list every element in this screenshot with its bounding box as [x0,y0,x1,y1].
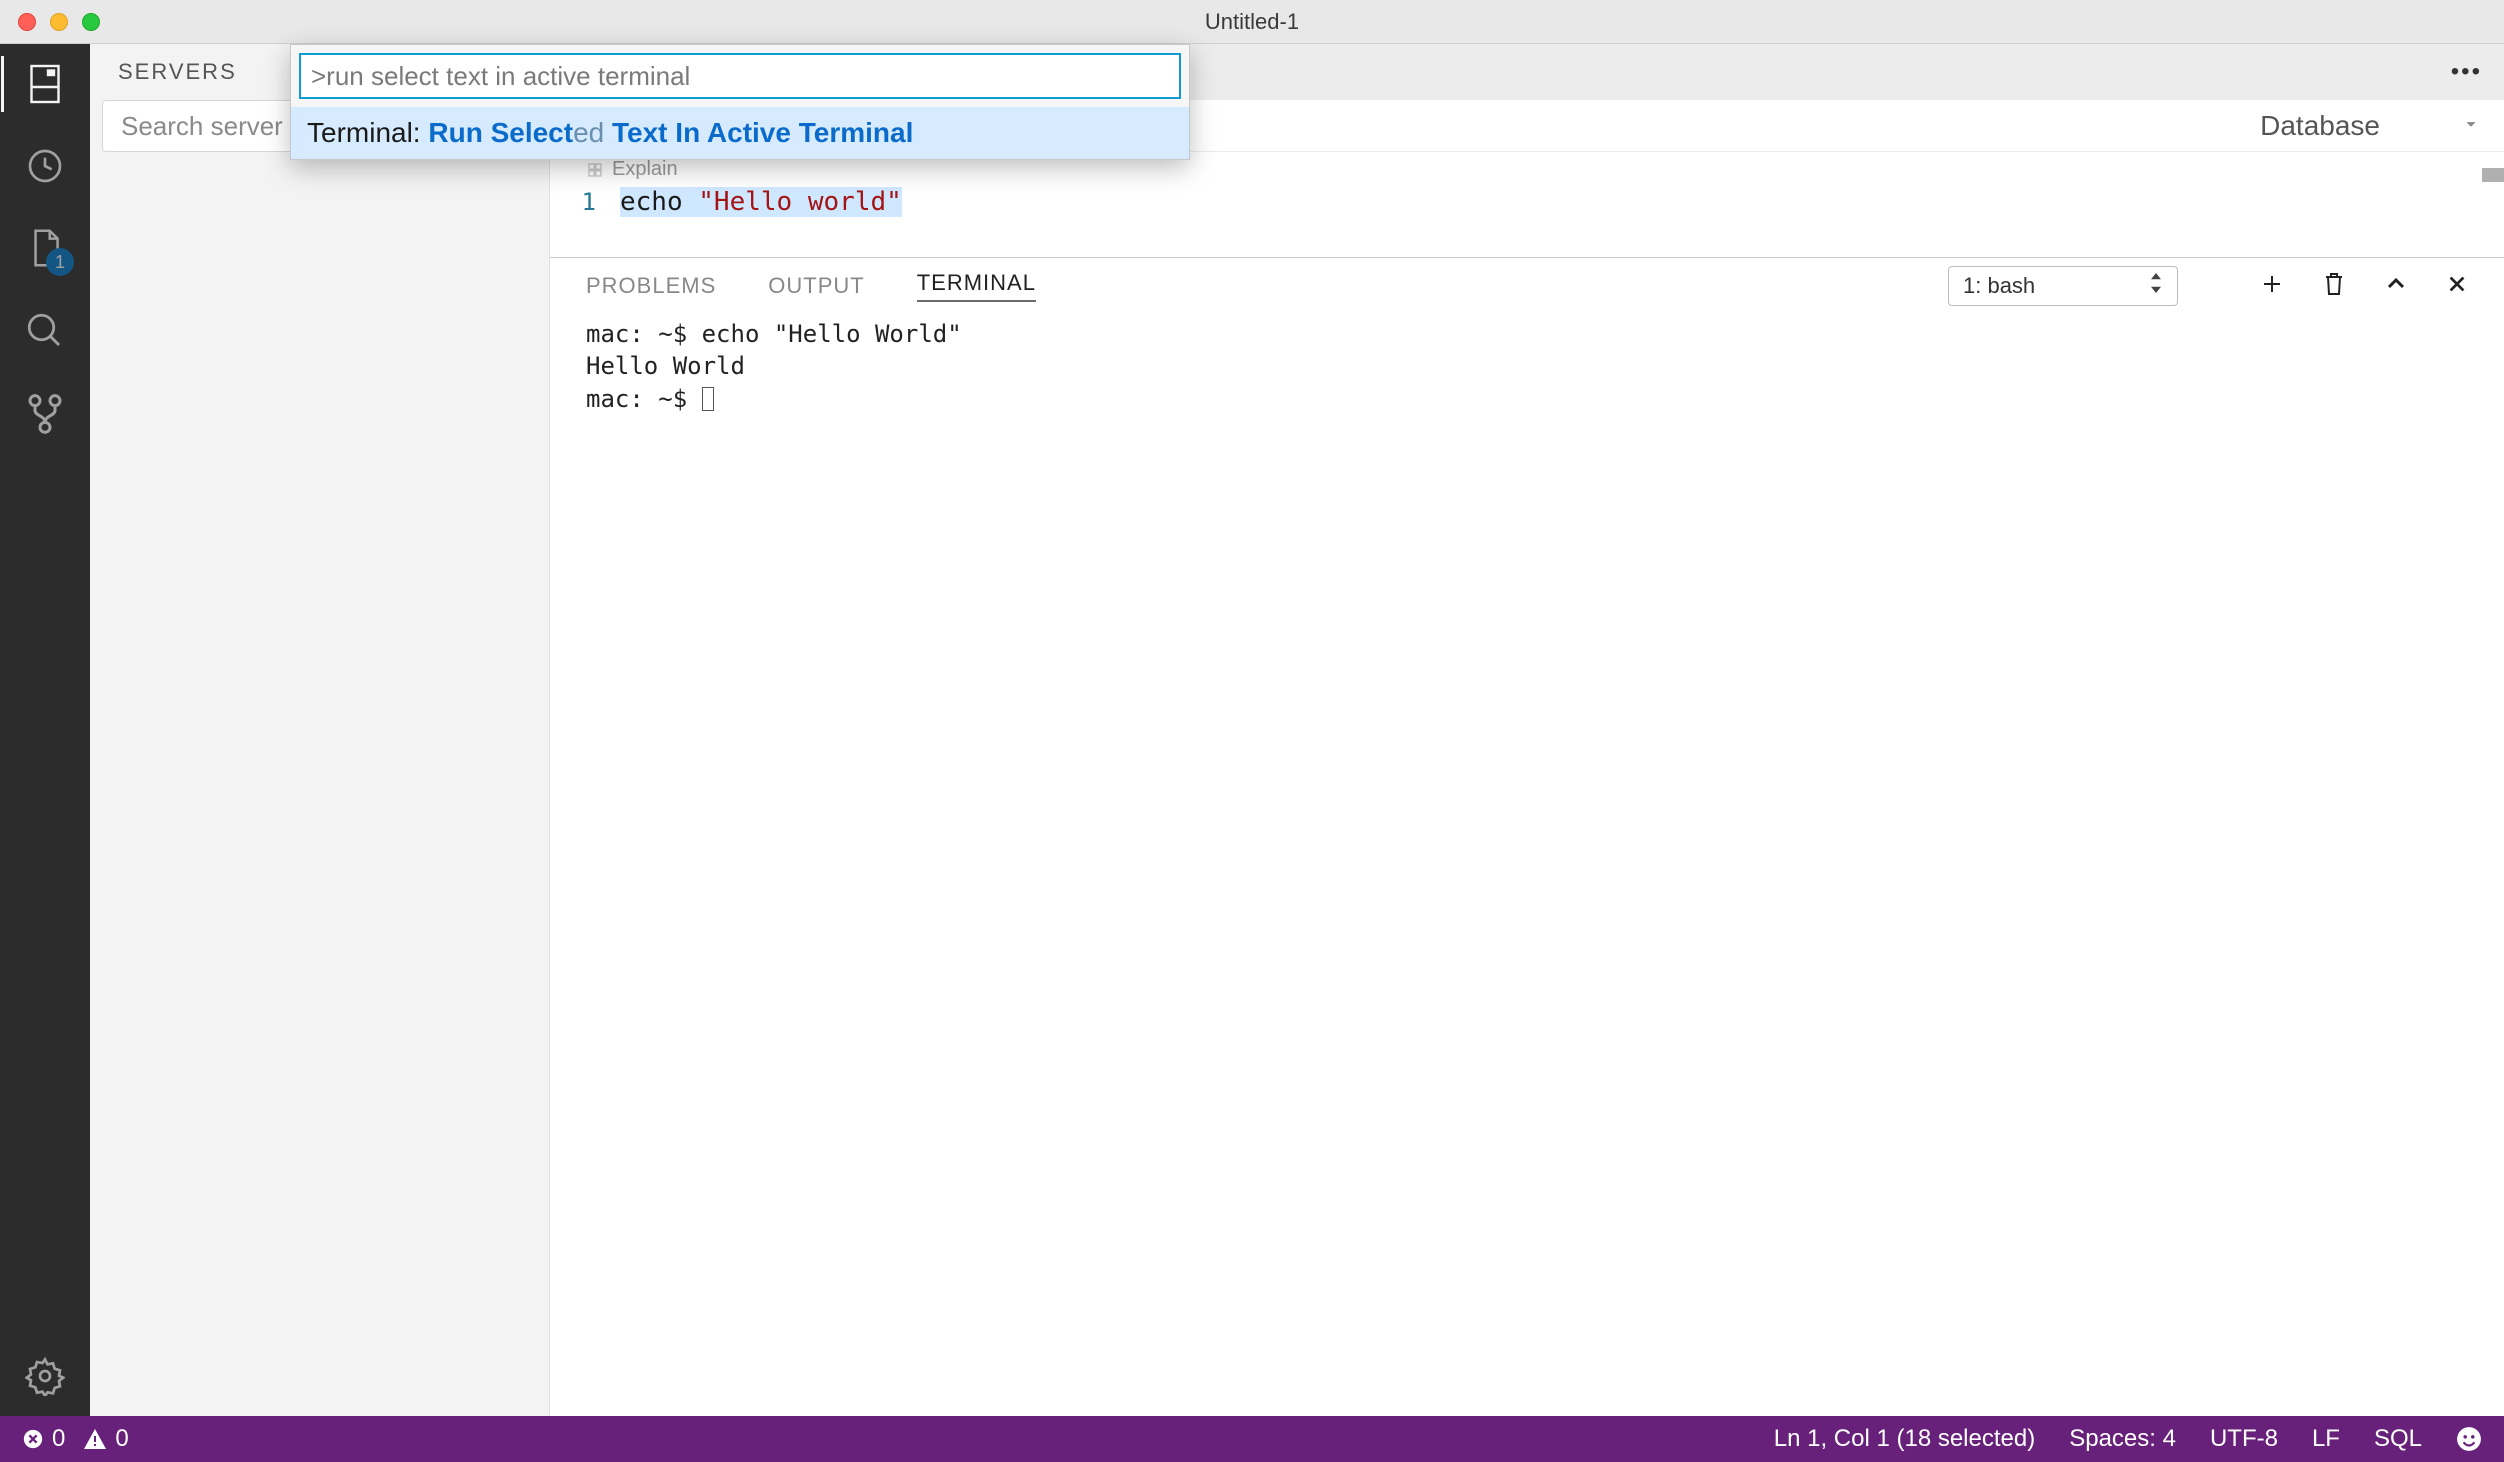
explorer-badge: 1 [46,248,74,276]
window-title: Untitled-1 [1205,9,1299,35]
palette-result-prefix: Terminal: [307,117,428,148]
servers-panel: SERVERS Search server names [90,44,550,1416]
code-text[interactable]: echo "Hello world" [620,187,902,217]
tab-problems[interactable]: PROBLEMS [586,273,716,299]
status-bar: 0 0 Ln 1, Col 1 (18 selected) Spaces: 4 … [0,1416,2504,1462]
maximize-panel-button[interactable] [2384,272,2408,301]
activity-history[interactable] [25,146,65,186]
status-indent[interactable]: Spaces: 4 [2069,1425,2176,1453]
codelens-label: Explain [612,158,678,181]
status-cursor[interactable]: Ln 1, Col 1 (18 selected) [1774,1425,2035,1453]
panel-actions [2260,271,2468,302]
activity-bar: 1 [0,44,90,1416]
database-dropdown-label: Database [2260,110,2380,142]
panel-tab-row: PROBLEMS OUTPUT TERMINAL 1: bash [550,258,2504,314]
window-minimize-button[interactable] [50,13,68,31]
terminal-cursor [702,387,714,411]
window-maximize-button[interactable] [82,13,100,31]
command-palette: >run select text in active terminal Term… [290,44,1190,160]
status-eol[interactable]: LF [2312,1425,2340,1453]
command-palette-input[interactable]: >run select text in active terminal [299,53,1181,99]
new-terminal-button[interactable] [2260,272,2284,301]
editor-more-button[interactable]: ••• [2451,58,2482,86]
activity-servers[interactable] [27,62,63,106]
status-encoding[interactable]: UTF-8 [2210,1425,2278,1453]
kill-terminal-button[interactable] [2322,271,2346,302]
activity-search[interactable] [24,310,66,352]
status-language[interactable]: SQL [2374,1425,2422,1453]
window-close-button[interactable] [18,13,36,31]
palette-result-1[interactable]: Terminal: Run Selected Text In Active Te… [291,107,1189,159]
activity-settings[interactable] [25,1356,65,1396]
minimap-highlight [2482,168,2504,182]
status-warnings[interactable]: 0 [83,1425,128,1453]
activity-scm[interactable] [25,392,65,436]
tab-output[interactable]: OUTPUT [768,273,864,299]
code-line-1: 1 echo "Hello world" [550,181,2504,217]
editor-column: ••• Database Explain 1 e [550,44,2504,1416]
tab-terminal[interactable]: TERMINAL [917,270,1036,302]
title-bar: Untitled-1 [0,0,2504,44]
database-dropdown[interactable]: Database [2260,110,2482,142]
codelens-explain[interactable]: Explain [550,158,2504,181]
line-number: 1 [550,188,620,216]
status-feedback[interactable] [2456,1426,2482,1452]
status-errors[interactable]: 0 [22,1425,65,1453]
terminal-output[interactable]: mac: ~$ echo "Hello World" Hello World m… [550,314,2504,419]
main-area: 1 SERVERS Search server names [0,44,2504,1416]
code-editor[interactable]: Explain 1 echo "Hello world" [550,152,2504,257]
terminal-select-label: 1: bash [1963,273,2035,299]
bottom-panel: PROBLEMS OUTPUT TERMINAL 1: bash [550,257,2504,1416]
terminal-select[interactable]: 1: bash [1948,266,2178,306]
chevron-down-icon [2460,110,2482,142]
select-arrows-icon [2149,273,2163,299]
window-controls [0,13,100,31]
close-panel-button[interactable] [2446,273,2468,300]
activity-explorer[interactable]: 1 [26,226,64,270]
